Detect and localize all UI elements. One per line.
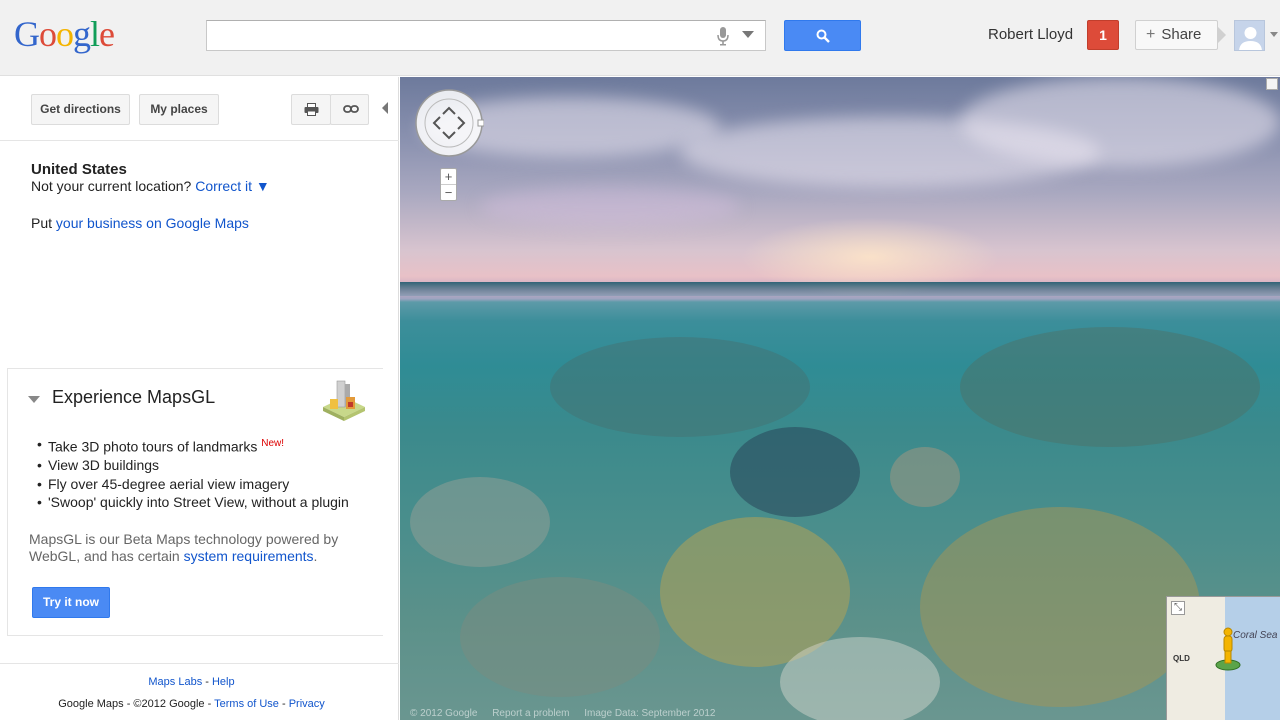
- coral-decor: [960, 327, 1260, 447]
- report-problem-link[interactable]: Report a problem: [492, 708, 569, 719]
- cloud-decor: [480, 187, 740, 227]
- logo-letter: e: [99, 14, 115, 54]
- list-item: Fly over 45-degree aerial view imagery: [37, 475, 349, 494]
- fullscreen-icon[interactable]: [1266, 78, 1278, 90]
- print-button[interactable]: [291, 94, 331, 125]
- top-bar: Google Robert Lloyd 1 + Share: [0, 0, 1280, 76]
- avatar[interactable]: [1234, 20, 1265, 51]
- plus-icon: +: [1146, 26, 1156, 43]
- mapsgl-feature-list: Take 3D photo tours of landmarks New! Vi…: [37, 435, 349, 512]
- user-name[interactable]: Robert Lloyd: [988, 26, 1073, 43]
- minimap[interactable]: ⤡ QLD Coral Sea: [1166, 596, 1280, 720]
- list-item: Take 3D photo tours of landmarks New!: [37, 435, 349, 456]
- panel-toolbar: Get directions My places: [0, 77, 399, 141]
- account-chevron-down-icon[interactable]: [1270, 32, 1278, 37]
- share-button[interactable]: + Share: [1135, 20, 1218, 50]
- try-it-now-button[interactable]: Try it now: [32, 587, 110, 618]
- zoom-in-icon[interactable]: +: [441, 169, 456, 185]
- footer-line-2: Google Maps - ©2012 Google - Terms of Us…: [0, 698, 383, 710]
- coral-decor: [550, 337, 810, 437]
- footer-copyright: Google Maps - ©2012 Google -: [58, 698, 215, 710]
- search-input[interactable]: [207, 21, 717, 50]
- microphone-icon[interactable]: [716, 26, 730, 46]
- my-places-button[interactable]: My places: [139, 94, 219, 125]
- street-view-panorama[interactable]: [400, 77, 1280, 720]
- print-icon: [304, 103, 319, 116]
- search-button[interactable]: [784, 20, 861, 51]
- collapse-triangle-icon[interactable]: [28, 396, 40, 403]
- maps-labs-link[interactable]: Maps Labs: [148, 676, 202, 688]
- map-copyright: © 2012 Google: [410, 708, 478, 719]
- user-silhouette-icon: [1239, 27, 1262, 50]
- location-prompt-text: Not your current location?: [31, 178, 192, 194]
- coral-decor: [780, 637, 940, 720]
- new-badge: New!: [261, 438, 285, 449]
- 3d-buildings-icon: [323, 380, 365, 421]
- cloud-decor: [960, 77, 1280, 167]
- feature-text: Take 3D photo tours of landmarks: [48, 438, 258, 455]
- panel-footer: Maps Labs - Help Google Maps - ©2012 Goo…: [0, 663, 399, 720]
- coral-decor: [730, 427, 860, 517]
- minimap-region-label: QLD: [1173, 654, 1190, 663]
- zoom-control: + −: [440, 168, 457, 201]
- coral-decor: [410, 477, 550, 567]
- logo-letter: l: [90, 14, 100, 54]
- get-directions-button[interactable]: Get directions: [31, 94, 130, 125]
- list-item: 'Swoop' quickly into Street View, withou…: [37, 493, 349, 512]
- footer-sep: -: [202, 676, 212, 688]
- list-item: View 3D buildings: [37, 456, 349, 475]
- link-icon: [343, 105, 359, 113]
- logo-letter: o: [56, 14, 74, 54]
- coral-decor: [890, 447, 960, 507]
- business-link[interactable]: your business on Google Maps: [56, 215, 249, 231]
- footer-sep: -: [278, 698, 289, 710]
- image-data-label: Image Data: September 2012: [584, 708, 716, 719]
- search-options-chevron-icon[interactable]: [742, 31, 754, 38]
- mapsgl-desc-end: .: [313, 548, 318, 564]
- mapsgl-title[interactable]: Experience MapsGL: [52, 387, 215, 408]
- share-label: Share: [1161, 26, 1202, 43]
- collapse-panel-icon[interactable]: [381, 101, 389, 115]
- mapsgl-card: Experience MapsGL Take 3D photo tours of…: [7, 368, 383, 636]
- coral-decor: [920, 507, 1200, 707]
- footer-line-1: Maps Labs - Help: [0, 676, 383, 688]
- coral-decor: [460, 577, 660, 697]
- logo-letter: g: [73, 14, 91, 54]
- link-button[interactable]: [330, 94, 369, 125]
- logo-letter: o: [39, 14, 57, 54]
- waterline-decor: [400, 282, 1280, 296]
- mapsgl-description: MapsGL is our Beta Maps technology power…: [29, 531, 369, 565]
- location-prompt: Not your current location? Correct it ▼: [31, 178, 270, 194]
- pegman-icon[interactable]: [1215, 627, 1241, 671]
- minimap-expand-icon[interactable]: ⤡: [1171, 601, 1185, 615]
- map-footer: © 2012 Google Report a problem Image Dat…: [410, 708, 727, 719]
- zoom-out-icon[interactable]: −: [441, 185, 456, 201]
- privacy-link[interactable]: Privacy: [289, 698, 325, 710]
- search-icon: [816, 29, 830, 43]
- logo-letter: G: [14, 14, 40, 54]
- google-logo[interactable]: Google: [14, 14, 115, 54]
- notification-badge[interactable]: 1: [1087, 20, 1119, 50]
- left-panel: Get directions My places United States N…: [0, 77, 399, 720]
- business-line: Put your business on Google Maps: [31, 215, 249, 231]
- location-country: United States: [31, 161, 127, 178]
- business-prefix: Put: [31, 215, 53, 231]
- correct-location-link[interactable]: Correct it ▼: [195, 178, 270, 194]
- search-box: [206, 20, 766, 51]
- system-requirements-link[interactable]: system requirements: [184, 548, 314, 564]
- terms-link[interactable]: Terms of Use: [214, 698, 279, 710]
- pan-navigation-control[interactable]: [414, 88, 484, 158]
- share-arrow-decor: [1218, 27, 1226, 43]
- help-link[interactable]: Help: [212, 676, 235, 688]
